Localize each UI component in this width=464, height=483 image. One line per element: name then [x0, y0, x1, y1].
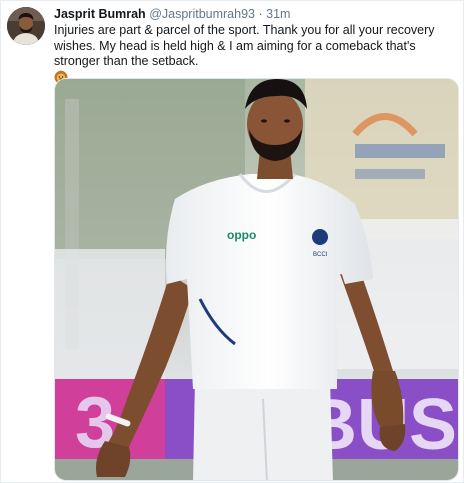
author-name[interactable]: Jasprit Bumrah — [54, 7, 146, 21]
tweet-header: Jasprit Bumrah @Jaspritbumrah93 · 31m — [54, 7, 290, 22]
tweet-card: Jasprit Bumrah @Jaspritbumrah93 · 31m In… — [0, 0, 464, 483]
svg-text:oppo: oppo — [227, 228, 256, 242]
tweet-timestamp[interactable]: 31m — [266, 7, 290, 21]
author-handle[interactable]: @Jaspritbumrah93 — [149, 7, 255, 21]
svg-text:BCCI: BCCI — [313, 252, 328, 258]
tweet-text-content: Injuries are part & parcel of the sport.… — [54, 23, 435, 68]
separator-dot: · — [258, 7, 263, 21]
tweet-photo[interactable]: 3 BUS oppo BCCI — [54, 78, 459, 481]
cricketer-photo: 3 BUS oppo BCCI — [55, 79, 458, 480]
tweet-text: Injuries are part & parcel of the sport.… — [54, 23, 459, 86]
author-avatar[interactable] — [7, 7, 45, 45]
avatar-photo — [7, 7, 45, 45]
